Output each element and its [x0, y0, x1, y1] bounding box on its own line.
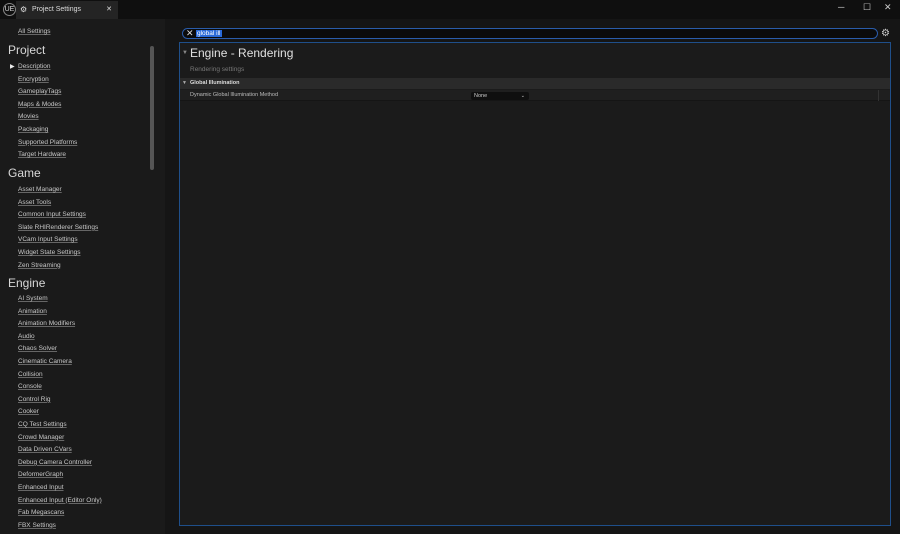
- sidebar-item[interactable]: Chaos Solver: [18, 345, 57, 352]
- sidebar-item[interactable]: Widget State Settings: [18, 249, 81, 256]
- title-bar: UE ⚙ Project Settings ✕ ─ ☐ ✕: [0, 0, 900, 19]
- tab-title: Project Settings: [32, 6, 82, 13]
- sidebar-item[interactable]: Asset Tools: [18, 199, 51, 206]
- sidebar-item[interactable]: Slate RHIRenderer Settings: [18, 224, 98, 231]
- tab-project-settings[interactable]: ⚙ Project Settings ✕: [16, 1, 118, 19]
- sidebar-item[interactable]: FBX Settings: [18, 522, 56, 529]
- sidebar-item[interactable]: GameplayTags: [18, 88, 61, 95]
- sidebar-item[interactable]: Maps & Modes: [18, 101, 61, 108]
- sidebar-item[interactable]: Animation: [18, 308, 47, 315]
- sidebar-item[interactable]: Asset Manager: [18, 186, 62, 193]
- sidebar-item[interactable]: Target Hardware: [18, 151, 66, 158]
- sidebar-item[interactable]: Debug Camera Controller: [18, 459, 92, 466]
- sidebar-item[interactable]: Collision: [18, 371, 43, 378]
- sidebar-item[interactable]: Cinematic Camera: [18, 358, 72, 365]
- sidebar-item[interactable]: Description: [18, 63, 51, 70]
- setting-row: Dynamic Global Illumination Method None …: [180, 90, 890, 101]
- setting-label: Dynamic Global Illumination Method: [190, 92, 279, 98]
- settings-tab-icon: ⚙: [20, 5, 28, 14]
- sidebar-item[interactable]: Supported Platforms: [18, 139, 77, 146]
- settings-panel: ▼ Engine - Rendering Rendering settings …: [179, 42, 891, 526]
- sidebar-item[interactable]: Cooker: [18, 408, 39, 415]
- selected-arrow-icon: ▶: [10, 64, 15, 70]
- page-subtitle: Rendering settings: [190, 66, 245, 73]
- sidebar-item[interactable]: DeformerGraph: [18, 471, 63, 478]
- sidebar-item[interactable]: Common Input Settings: [18, 211, 86, 218]
- sidebar-item[interactable]: Zen Streaming: [18, 262, 61, 269]
- collapse-section-icon[interactable]: ▼: [182, 50, 188, 56]
- minimize-button[interactable]: ─: [838, 2, 844, 12]
- sidebar-item[interactable]: Enhanced Input (Editor Only): [18, 497, 102, 504]
- search-input[interactable]: ✕ global ill: [182, 28, 878, 39]
- category-global-illumination[interactable]: ▼ Global Illumination: [180, 78, 890, 89]
- chevron-down-icon: ⌄: [520, 93, 525, 99]
- sidebar-item[interactable]: Control Rig: [18, 396, 51, 403]
- sidebar-item[interactable]: Enhanced Input: [18, 484, 64, 491]
- sidebar-item[interactable]: Audio: [18, 333, 35, 340]
- maximize-button[interactable]: ☐: [863, 2, 871, 13]
- sidebar-scrollbar[interactable]: [150, 46, 154, 170]
- search-value: global ill: [196, 30, 222, 37]
- close-window-button[interactable]: ✕: [884, 2, 892, 13]
- divider: [878, 90, 879, 101]
- sidebar-item[interactable]: Data Driven CVars: [18, 446, 72, 453]
- sidebar-item[interactable]: Movies: [18, 113, 39, 120]
- settings-sidebar: All Settings Project Description Encryptio…: [0, 19, 165, 534]
- sidebar-item[interactable]: Animation Modifiers: [18, 320, 75, 327]
- category-label: Global Illumination: [190, 80, 240, 86]
- page-title: Engine - Rendering: [190, 46, 294, 60]
- sidebar-item[interactable]: Console: [18, 383, 42, 390]
- clear-search-icon[interactable]: ✕: [186, 28, 194, 39]
- expand-category-icon: ▼: [182, 80, 187, 86]
- dropdown-value: None: [474, 93, 488, 99]
- close-tab-icon[interactable]: ✕: [106, 1, 112, 19]
- sidebar-item[interactable]: AI System: [18, 295, 48, 302]
- sidebar-item[interactable]: Encryption: [18, 76, 49, 83]
- gear-icon[interactable]: ⚙: [881, 28, 890, 39]
- sidebar-item[interactable]: VCam Input Settings: [18, 236, 78, 243]
- sidebar-item[interactable]: Packaging: [18, 126, 48, 133]
- dgi-method-dropdown[interactable]: None ⌄: [471, 92, 529, 100]
- sidebar-section-heading: Engine: [8, 276, 46, 290]
- unreal-logo-icon: UE: [3, 3, 16, 16]
- sidebar-section-heading: Game: [8, 166, 41, 180]
- sidebar-item[interactable]: Crowd Manager: [18, 434, 64, 441]
- sidebar-item[interactable]: Fab Megascans: [18, 509, 64, 516]
- sidebar-item[interactable]: CQ Test Settings: [18, 421, 67, 428]
- sidebar-item-all-settings[interactable]: All Settings: [18, 28, 51, 35]
- sidebar-section-heading: Project: [8, 43, 46, 57]
